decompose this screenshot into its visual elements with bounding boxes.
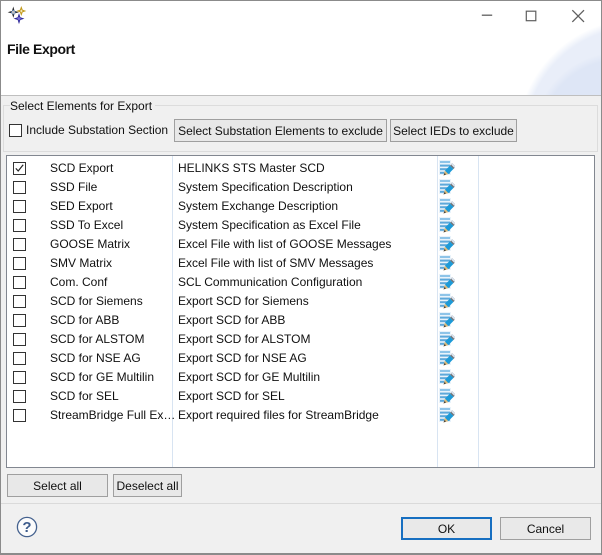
svg-text:?: ? xyxy=(22,519,31,536)
